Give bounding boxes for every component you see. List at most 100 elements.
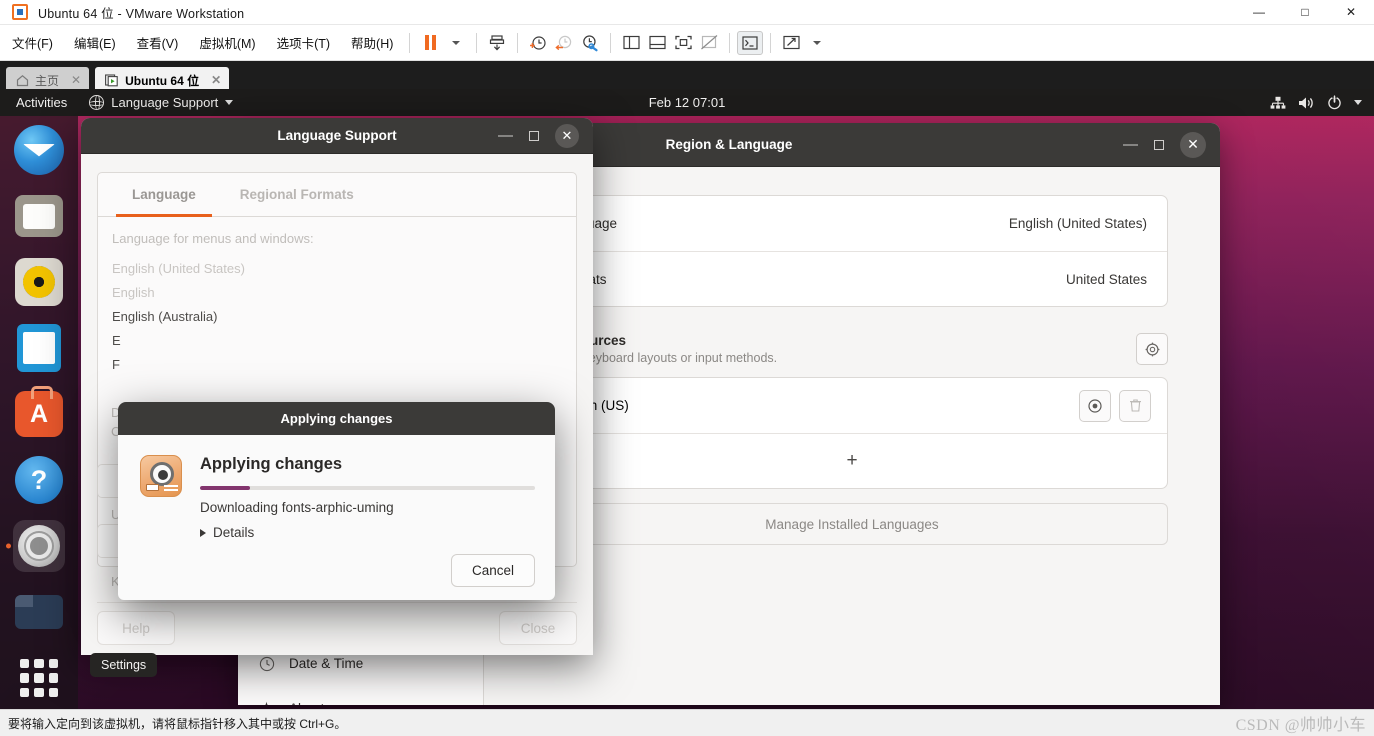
volume-icon[interactable]	[1298, 96, 1315, 110]
stretch-view-button[interactable]	[778, 31, 804, 55]
help-icon: ?	[15, 456, 63, 504]
menu-help[interactable]: 帮助(H)	[342, 29, 402, 56]
tab-ubuntu-close-icon[interactable]: ✕	[211, 73, 221, 87]
toolbar-separator-4	[610, 32, 612, 53]
thunderbird-icon	[14, 125, 64, 175]
input-options-gear-icon[interactable]	[1136, 333, 1168, 365]
pause-icon	[424, 35, 436, 50]
manage-installed-languages-button[interactable]: Manage Installed Languages	[536, 503, 1168, 545]
row-language-value: English (United States)	[1008, 216, 1147, 231]
applying-changes-body: Applying changes Downloading fonts-arphi…	[118, 435, 555, 540]
dock-item-files[interactable]	[13, 190, 65, 242]
take-snapshot-button[interactable]	[525, 31, 551, 55]
language-list-item[interactable]: English (United States)	[112, 256, 562, 280]
dock-item-help[interactable]: ?	[13, 454, 65, 506]
language-support-close-button[interactable]: ✕	[555, 123, 579, 148]
power-icon[interactable]	[1327, 95, 1342, 110]
applying-changes-titlebar: Applying changes	[118, 402, 555, 435]
libreoffice-writer-icon	[17, 324, 61, 372]
dock-item-show-applications[interactable]	[13, 652, 65, 704]
row-language[interactable]: Language English (United States)	[537, 196, 1167, 251]
ubuntu-software-icon: A	[15, 386, 63, 437]
show-sidebar-button[interactable]	[618, 31, 644, 55]
files-folder-icon	[15, 195, 63, 237]
unity-mode-button[interactable]	[696, 31, 722, 55]
dock-item-terminal[interactable]	[13, 586, 65, 638]
language-support-maximize-button[interactable]	[529, 130, 539, 141]
row-formats[interactable]: Formats United States	[537, 251, 1167, 306]
dock-item-thunderbird[interactable]	[13, 124, 65, 176]
clock-wrench-icon	[583, 34, 598, 51]
menu-vm[interactable]: 虚拟机(M)	[190, 29, 264, 56]
applying-changes-status: Downloading fonts-arphic-uming	[200, 500, 394, 515]
tab-language[interactable]: Language	[110, 173, 218, 217]
fullscreen-button[interactable]	[670, 31, 696, 55]
dock-item-ubuntu-software[interactable]: A	[13, 386, 65, 440]
input-source-actions	[1079, 389, 1151, 422]
input-source-english-us[interactable]: English (US)	[537, 378, 1167, 433]
vmware-window-controls: — □ ✕	[1236, 0, 1374, 25]
progress-bar-track	[200, 486, 535, 490]
language-format-card: Language English (United States) Formats…	[536, 195, 1168, 307]
snapshot-manager-button[interactable]	[484, 31, 510, 55]
vmware-maximize-button[interactable]: □	[1282, 0, 1328, 25]
language-list-item[interactable]: English	[112, 280, 562, 304]
language-list-item[interactable]: F	[112, 352, 562, 376]
preview-layout-button[interactable]	[1079, 389, 1111, 422]
vmware-status-text: 要将输入定向到该虚拟机，请将鼠标指针移入其中或按 Ctrl+G。	[8, 716, 347, 731]
network-icon[interactable]	[1270, 96, 1286, 110]
manage-snapshots-button[interactable]	[577, 31, 603, 55]
revert-snapshot-button[interactable]	[551, 31, 577, 55]
vmware-menubar: 文件(F) 编辑(E) 查看(V) 虚拟机(M) 选项卡(T) 帮助(H)	[0, 25, 1374, 61]
menu-edit[interactable]: 编辑(E)	[65, 29, 125, 56]
help-button[interactable]: Help	[97, 611, 175, 645]
show-bottom-panel-button[interactable]	[644, 31, 670, 55]
globe-icon	[88, 94, 105, 110]
dock-item-libreoffice-writer[interactable]	[13, 322, 65, 374]
remove-source-button[interactable]	[1119, 389, 1151, 422]
dock-item-settings[interactable]	[13, 520, 65, 572]
add-input-source-button[interactable]: +	[537, 433, 1167, 488]
close-button[interactable]: Close	[499, 611, 577, 645]
panel-bottom-icon	[649, 35, 666, 50]
language-tab-page: Language for menus and windows: English …	[98, 217, 576, 376]
settings-gear-icon	[18, 525, 60, 567]
view-dropdown[interactable]	[804, 31, 830, 55]
app-menu-button[interactable]: Language Support	[79, 94, 243, 110]
toolbar-separator-2	[476, 32, 478, 53]
language-list-item[interactable]: English (Australia)	[112, 304, 562, 328]
clock-plus-icon	[530, 35, 546, 50]
console-view-button[interactable]	[737, 30, 764, 55]
dock-item-rhythmbox[interactable]	[13, 256, 65, 308]
menu-tabs[interactable]: 选项卡(T)	[268, 29, 339, 56]
csdn-watermark: CSDN @帅帅小车	[1235, 716, 1366, 734]
region-language-close-button[interactable]: ✕	[1180, 131, 1206, 158]
gnome-topbar: Activities Language Support Feb 12 07:01	[0, 89, 1374, 116]
vmware-minimize-button[interactable]: —	[1236, 0, 1282, 25]
language-support-window-controls: — ✕	[498, 123, 593, 148]
cancel-button[interactable]: Cancel	[451, 554, 535, 587]
applying-changes-heading: Applying changes	[200, 455, 343, 473]
tab-ubuntu-label: Ubuntu 64 位	[125, 73, 200, 88]
star-icon	[258, 700, 275, 705]
system-menu-chevron-icon[interactable]	[1354, 100, 1362, 105]
region-language-maximize-button[interactable]	[1154, 139, 1164, 150]
tab-home-close-icon[interactable]: ✕	[71, 73, 81, 87]
terminal-icon	[742, 35, 758, 50]
region-language-minimize-button[interactable]: —	[1123, 137, 1138, 152]
pause-dropdown[interactable]	[443, 31, 469, 55]
activities-button[interactable]: Activities	[0, 95, 79, 110]
menu-view[interactable]: 查看(V)	[128, 29, 188, 56]
details-expander[interactable]: Details	[200, 525, 535, 540]
tab-regional-formats[interactable]: Regional Formats	[218, 173, 376, 216]
pause-vm-button[interactable]	[417, 31, 443, 55]
language-list-item[interactable]: E	[112, 328, 562, 352]
applying-changes-dialog: Applying changes Applying changes Downlo…	[118, 402, 555, 600]
home-icon	[16, 74, 29, 86]
language-list[interactable]: English (United States) English English …	[112, 256, 562, 376]
vmware-close-button[interactable]: ✕	[1328, 0, 1374, 25]
sidebar-item-about[interactable]: About	[238, 686, 483, 705]
language-support-minimize-button[interactable]: —	[498, 128, 513, 143]
menu-file[interactable]: 文件(F)	[3, 29, 62, 56]
chevron-down-icon	[225, 100, 234, 105]
